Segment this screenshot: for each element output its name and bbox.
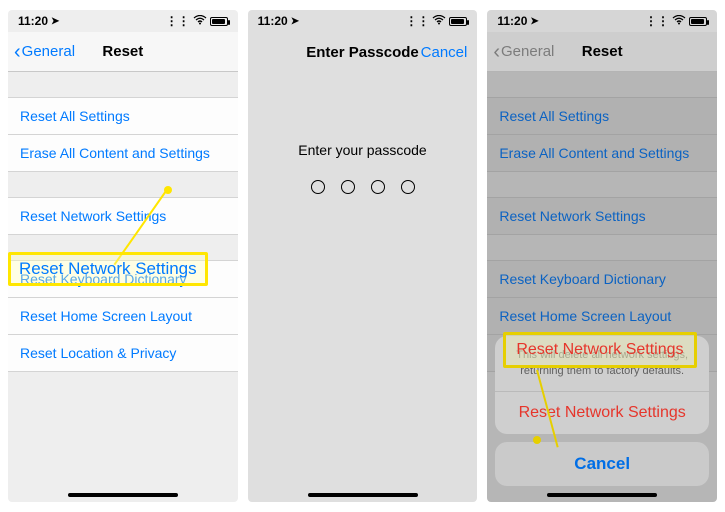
- passcode-dots[interactable]: [248, 180, 478, 194]
- back-button[interactable]: ‹ General: [14, 42, 75, 62]
- status-time: 11:20: [258, 14, 288, 28]
- back-button: ‹ General: [493, 42, 554, 62]
- home-indicator[interactable]: [68, 493, 178, 497]
- passcode-dot: [401, 180, 415, 194]
- home-indicator[interactable]: [547, 493, 657, 497]
- row-reset-all[interactable]: Reset All Settings: [8, 97, 238, 135]
- row-reset-network[interactable]: Reset Network Settings: [8, 197, 238, 235]
- passcode-prompt: Enter your passcode: [248, 142, 478, 158]
- location-icon: ➤: [51, 16, 59, 27]
- content: Enter your passcode: [248, 72, 478, 502]
- status-time: 11:20: [497, 14, 527, 28]
- page-title: Reset: [582, 43, 623, 60]
- status-bar: 11:20 ➤ ⋮⋮: [8, 10, 238, 32]
- callout-reset-network: Reset Network Settings: [503, 332, 696, 368]
- location-icon: ➤: [291, 16, 299, 27]
- sheet-cancel-button[interactable]: Cancel: [495, 442, 709, 486]
- passcode-dot: [311, 180, 325, 194]
- row-reset-location[interactable]: Reset Location & Privacy: [8, 334, 238, 372]
- screen-reset: 11:20 ➤ ⋮⋮ ‹ General Reset Reset All Set…: [8, 10, 238, 502]
- navbar: ‹ General Reset: [487, 32, 717, 72]
- battery-icon: [449, 17, 467, 26]
- passcode-dot: [371, 180, 385, 194]
- screen-reset-confirm: 11:20 ➤ ⋮⋮ ‹ General Reset Reset All Set…: [487, 10, 717, 502]
- sheet-reset-network-button[interactable]: Reset Network Settings: [495, 392, 709, 434]
- chevron-left-icon: ‹: [493, 42, 500, 62]
- navbar: Enter Passcode Cancel: [248, 32, 478, 72]
- content: Reset All Settings Erase All Content and…: [487, 72, 717, 502]
- status-bar: 11:20 ➤ ⋮⋮: [487, 10, 717, 32]
- wifi-icon: [432, 14, 446, 28]
- battery-icon: [689, 17, 707, 26]
- cancel-button[interactable]: Cancel: [421, 44, 468, 61]
- row-erase-all[interactable]: Erase All Content and Settings: [8, 134, 238, 172]
- battery-icon: [210, 17, 228, 26]
- home-indicator[interactable]: [308, 493, 418, 497]
- status-time: 11:20: [18, 14, 48, 28]
- navbar: ‹ General Reset: [8, 32, 238, 72]
- callout-reset-network: Reset Network Settings: [8, 252, 208, 286]
- content: Reset All Settings Erase All Content and…: [8, 72, 238, 502]
- location-icon: ➤: [530, 16, 538, 27]
- back-label: General: [501, 43, 554, 60]
- wifi-icon: [193, 14, 207, 28]
- screen-passcode: 11:20 ➤ ⋮⋮ Enter Passcode Cancel Enter y…: [248, 10, 478, 502]
- page-title: Reset: [102, 43, 143, 60]
- page-title: Enter Passcode: [306, 44, 419, 61]
- signal-icon: ⋮⋮: [166, 14, 190, 28]
- row-reset-home[interactable]: Reset Home Screen Layout: [8, 297, 238, 335]
- status-bar: 11:20 ➤ ⋮⋮: [248, 10, 478, 32]
- back-label: General: [22, 43, 75, 60]
- wifi-icon: [672, 14, 686, 28]
- signal-icon: ⋮⋮: [645, 14, 669, 28]
- chevron-left-icon: ‹: [14, 42, 21, 62]
- signal-icon: ⋮⋮: [405, 14, 429, 28]
- passcode-dot: [341, 180, 355, 194]
